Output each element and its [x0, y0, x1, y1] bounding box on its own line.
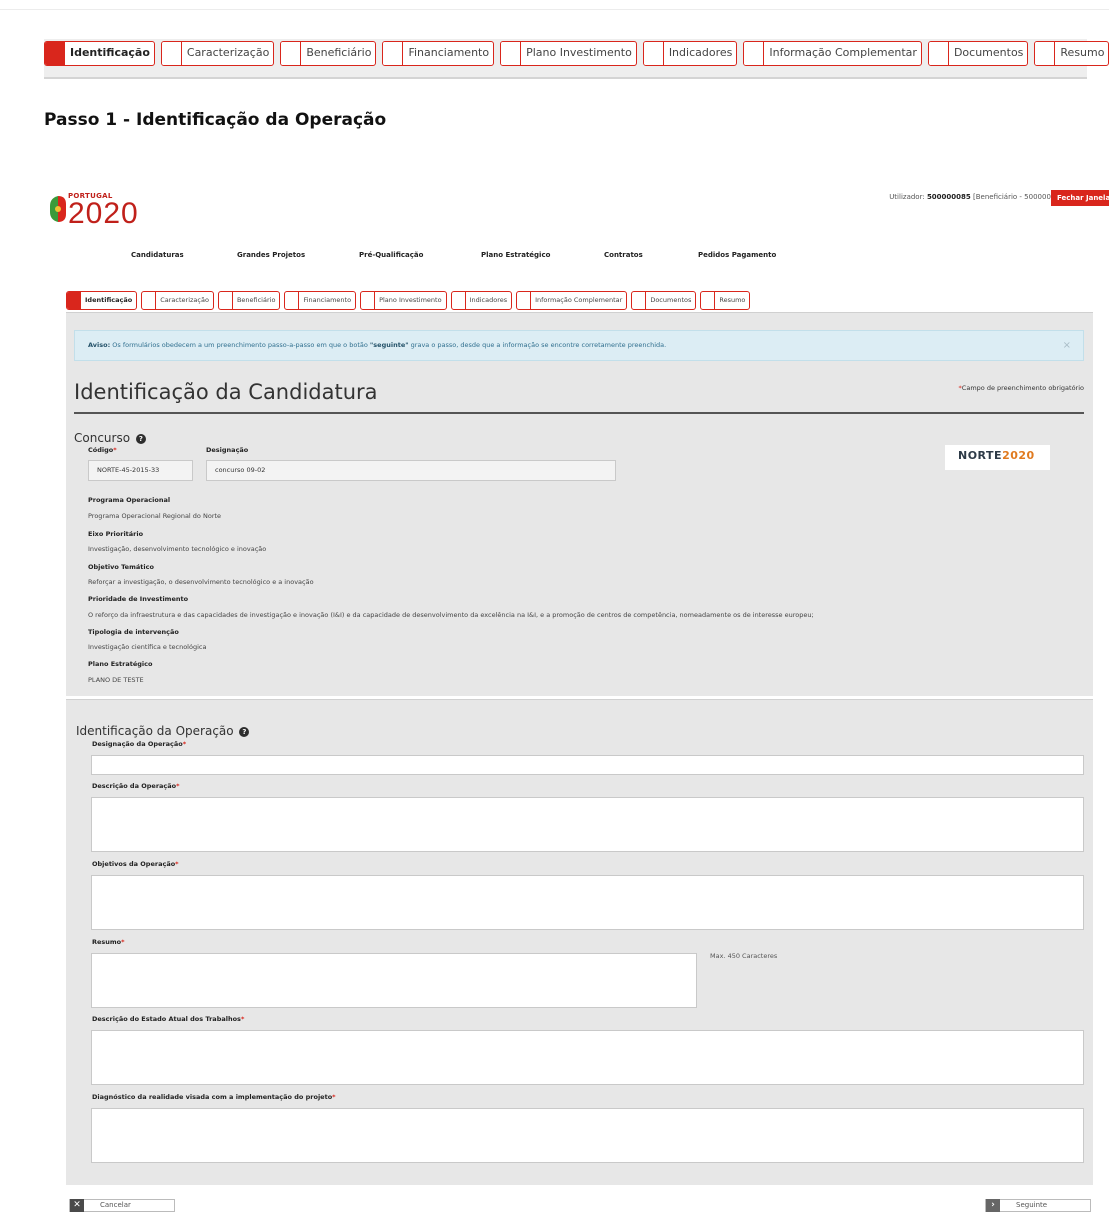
designacao-label: Designação — [206, 446, 249, 454]
step-tab-financiamento[interactable]: Financiamento — [382, 41, 495, 66]
concurso-heading: Concurso ? — [74, 431, 146, 445]
close-window-button[interactable]: Fechar Janela — [1051, 190, 1109, 206]
chevron-right-icon: › — [986, 1199, 1000, 1212]
info-value: Reforçar a investigação, o desenvolvimen… — [88, 578, 314, 586]
top-divider — [0, 0, 1109, 10]
portugal-2020-logo: PORTUGAL 2020 — [48, 190, 168, 232]
step-tab-identificacao[interactable]: Identificação — [44, 41, 155, 66]
step-marker — [632, 292, 647, 309]
step-marker — [281, 42, 302, 65]
info-label: Eixo Prioritário — [88, 530, 144, 538]
nav-pre-qualificacao[interactable]: Pré-Qualificação — [359, 251, 423, 259]
inner-tab-informacao-complementar[interactable]: Informação Complementar — [516, 291, 628, 310]
step-tab-documentos[interactable]: Documentos — [927, 41, 1029, 66]
main-navigation: Candidaturas Grandes Projetos Pré-Qualif… — [0, 251, 1109, 263]
max-characters-hint: Max. 450 Caracteres — [710, 952, 778, 960]
step-marker — [45, 42, 65, 65]
resumo-textarea[interactable] — [91, 953, 697, 1008]
step-marker — [219, 292, 233, 309]
nav-pedidos-pagamento[interactable]: Pedidos Pagamento — [698, 251, 776, 259]
designacao-field: concurso 09-02 — [206, 460, 616, 481]
form-title: Identificação da Candidatura — [74, 380, 378, 404]
estado-atual-label: Descrição do Estado Atual dos Trabalhos* — [92, 1015, 245, 1023]
info-label: Objetivo Temático — [88, 563, 154, 571]
step-marker — [501, 42, 522, 65]
step-marker — [161, 42, 182, 65]
flag-leaf-icon — [50, 196, 66, 222]
step-marker — [285, 292, 300, 309]
info-value: O reforço da infraestrutura e das capaci… — [88, 611, 814, 619]
objetivos-operacao-label: Objetivos da Operação* — [92, 860, 179, 868]
nav-candidaturas[interactable]: Candidaturas — [131, 251, 184, 259]
codigo-label: Código* — [88, 446, 117, 454]
next-button[interactable]: › Seguinte — [985, 1199, 1091, 1212]
page-heading: Passo 1 - Identificação da Operação — [44, 110, 387, 130]
close-icon: ✕ — [70, 1199, 84, 1212]
norte-2020-logo: NORTE2020 — [945, 445, 1050, 470]
user-info: Utilizador: 500000085 [Beneficiário - 50… — [889, 193, 1067, 201]
estado-atual-textarea[interactable] — [91, 1030, 1084, 1085]
nav-contratos[interactable]: Contratos — [604, 251, 643, 259]
info-label: Plano Estratégico — [88, 660, 153, 668]
info-alert: Aviso: Os formulários obedecem a um pree… — [74, 330, 1084, 361]
step-marker — [701, 292, 716, 309]
diagnostico-textarea[interactable] — [91, 1108, 1084, 1163]
step-marker — [744, 42, 765, 65]
required-note: *Campo de preenchimento obrigatório — [958, 384, 1084, 392]
step-tab-beneficiario[interactable]: Beneficiário — [280, 41, 377, 66]
descricao-operacao-textarea[interactable] — [91, 797, 1084, 852]
designacao-operacao-label: Designação da Operação* — [92, 740, 187, 748]
operacao-heading: Identificação da Operação ? — [76, 724, 250, 738]
close-icon[interactable]: × — [1063, 331, 1071, 360]
info-value: Investigação científica e tecnológica — [88, 643, 207, 651]
step-tab-resumo[interactable]: Resumo — [1034, 41, 1109, 66]
step-tab-indicadores[interactable]: Indicadores — [642, 41, 738, 66]
resumo-label: Resumo* — [92, 938, 125, 946]
step-tab-informacao-complementar[interactable]: Informação Complementar — [743, 41, 922, 66]
step-marker — [67, 292, 81, 309]
inner-tab-identificacao[interactable]: Identificação — [66, 291, 138, 310]
step-marker — [928, 42, 949, 65]
step-marker — [361, 292, 376, 309]
info-value: PLANO DE TESTE — [88, 676, 144, 684]
codigo-field: NORTE-45-2015-33 — [88, 460, 193, 481]
inner-tab-financiamento[interactable]: Financiamento — [284, 291, 357, 310]
step-tab-plano-investimento[interactable]: Plano Investimento — [500, 41, 637, 66]
cancel-button[interactable]: ✕ Cancelar — [69, 1199, 175, 1212]
nav-plano-estrategico[interactable]: Plano Estratégico — [481, 251, 550, 259]
title-divider — [74, 412, 1084, 414]
inner-step-navigation: Identificação Caracterização Beneficiári… — [66, 291, 751, 310]
step-navigation: Identificação Caracterização Beneficiári… — [44, 39, 1109, 79]
step-marker — [452, 292, 466, 309]
designacao-operacao-input[interactable] — [91, 755, 1084, 775]
step-marker — [383, 42, 404, 65]
help-icon[interactable]: ? — [239, 727, 250, 737]
inner-tab-caracterizacao[interactable]: Caracterização — [141, 291, 214, 310]
info-label: Tipologia de intervenção — [88, 628, 179, 636]
help-icon[interactable]: ? — [135, 434, 146, 444]
step-marker — [142, 292, 157, 309]
step-marker — [1035, 42, 1056, 65]
inner-tab-indicadores[interactable]: Indicadores — [450, 291, 513, 310]
info-value: Investigação, desenvolvimento tecnológic… — [88, 545, 267, 553]
step-tab-caracterizacao[interactable]: Caracterização — [160, 41, 275, 66]
inner-tab-beneficiario[interactable]: Beneficiário — [217, 291, 281, 310]
step-marker — [643, 42, 664, 65]
objetivos-operacao-textarea[interactable] — [91, 875, 1084, 930]
inner-tab-resumo[interactable]: Resumo — [700, 291, 751, 310]
diagnostico-label: Diagnóstico da realidade visada com a im… — [92, 1093, 336, 1101]
info-label: Programa Operacional — [88, 496, 171, 504]
info-label: Prioridade de Investimento — [88, 595, 189, 603]
step-marker — [517, 292, 532, 309]
candidatura-panel — [66, 312, 1093, 696]
inner-tab-documentos[interactable]: Documentos — [631, 291, 697, 310]
info-value: Programa Operacional Regional do Norte — [88, 512, 222, 520]
inner-tab-plano-investimento[interactable]: Plano Investimento — [360, 291, 447, 310]
nav-grandes-projetos[interactable]: Grandes Projetos — [237, 251, 305, 259]
descricao-operacao-label: Descrição da Operação* — [92, 782, 180, 790]
